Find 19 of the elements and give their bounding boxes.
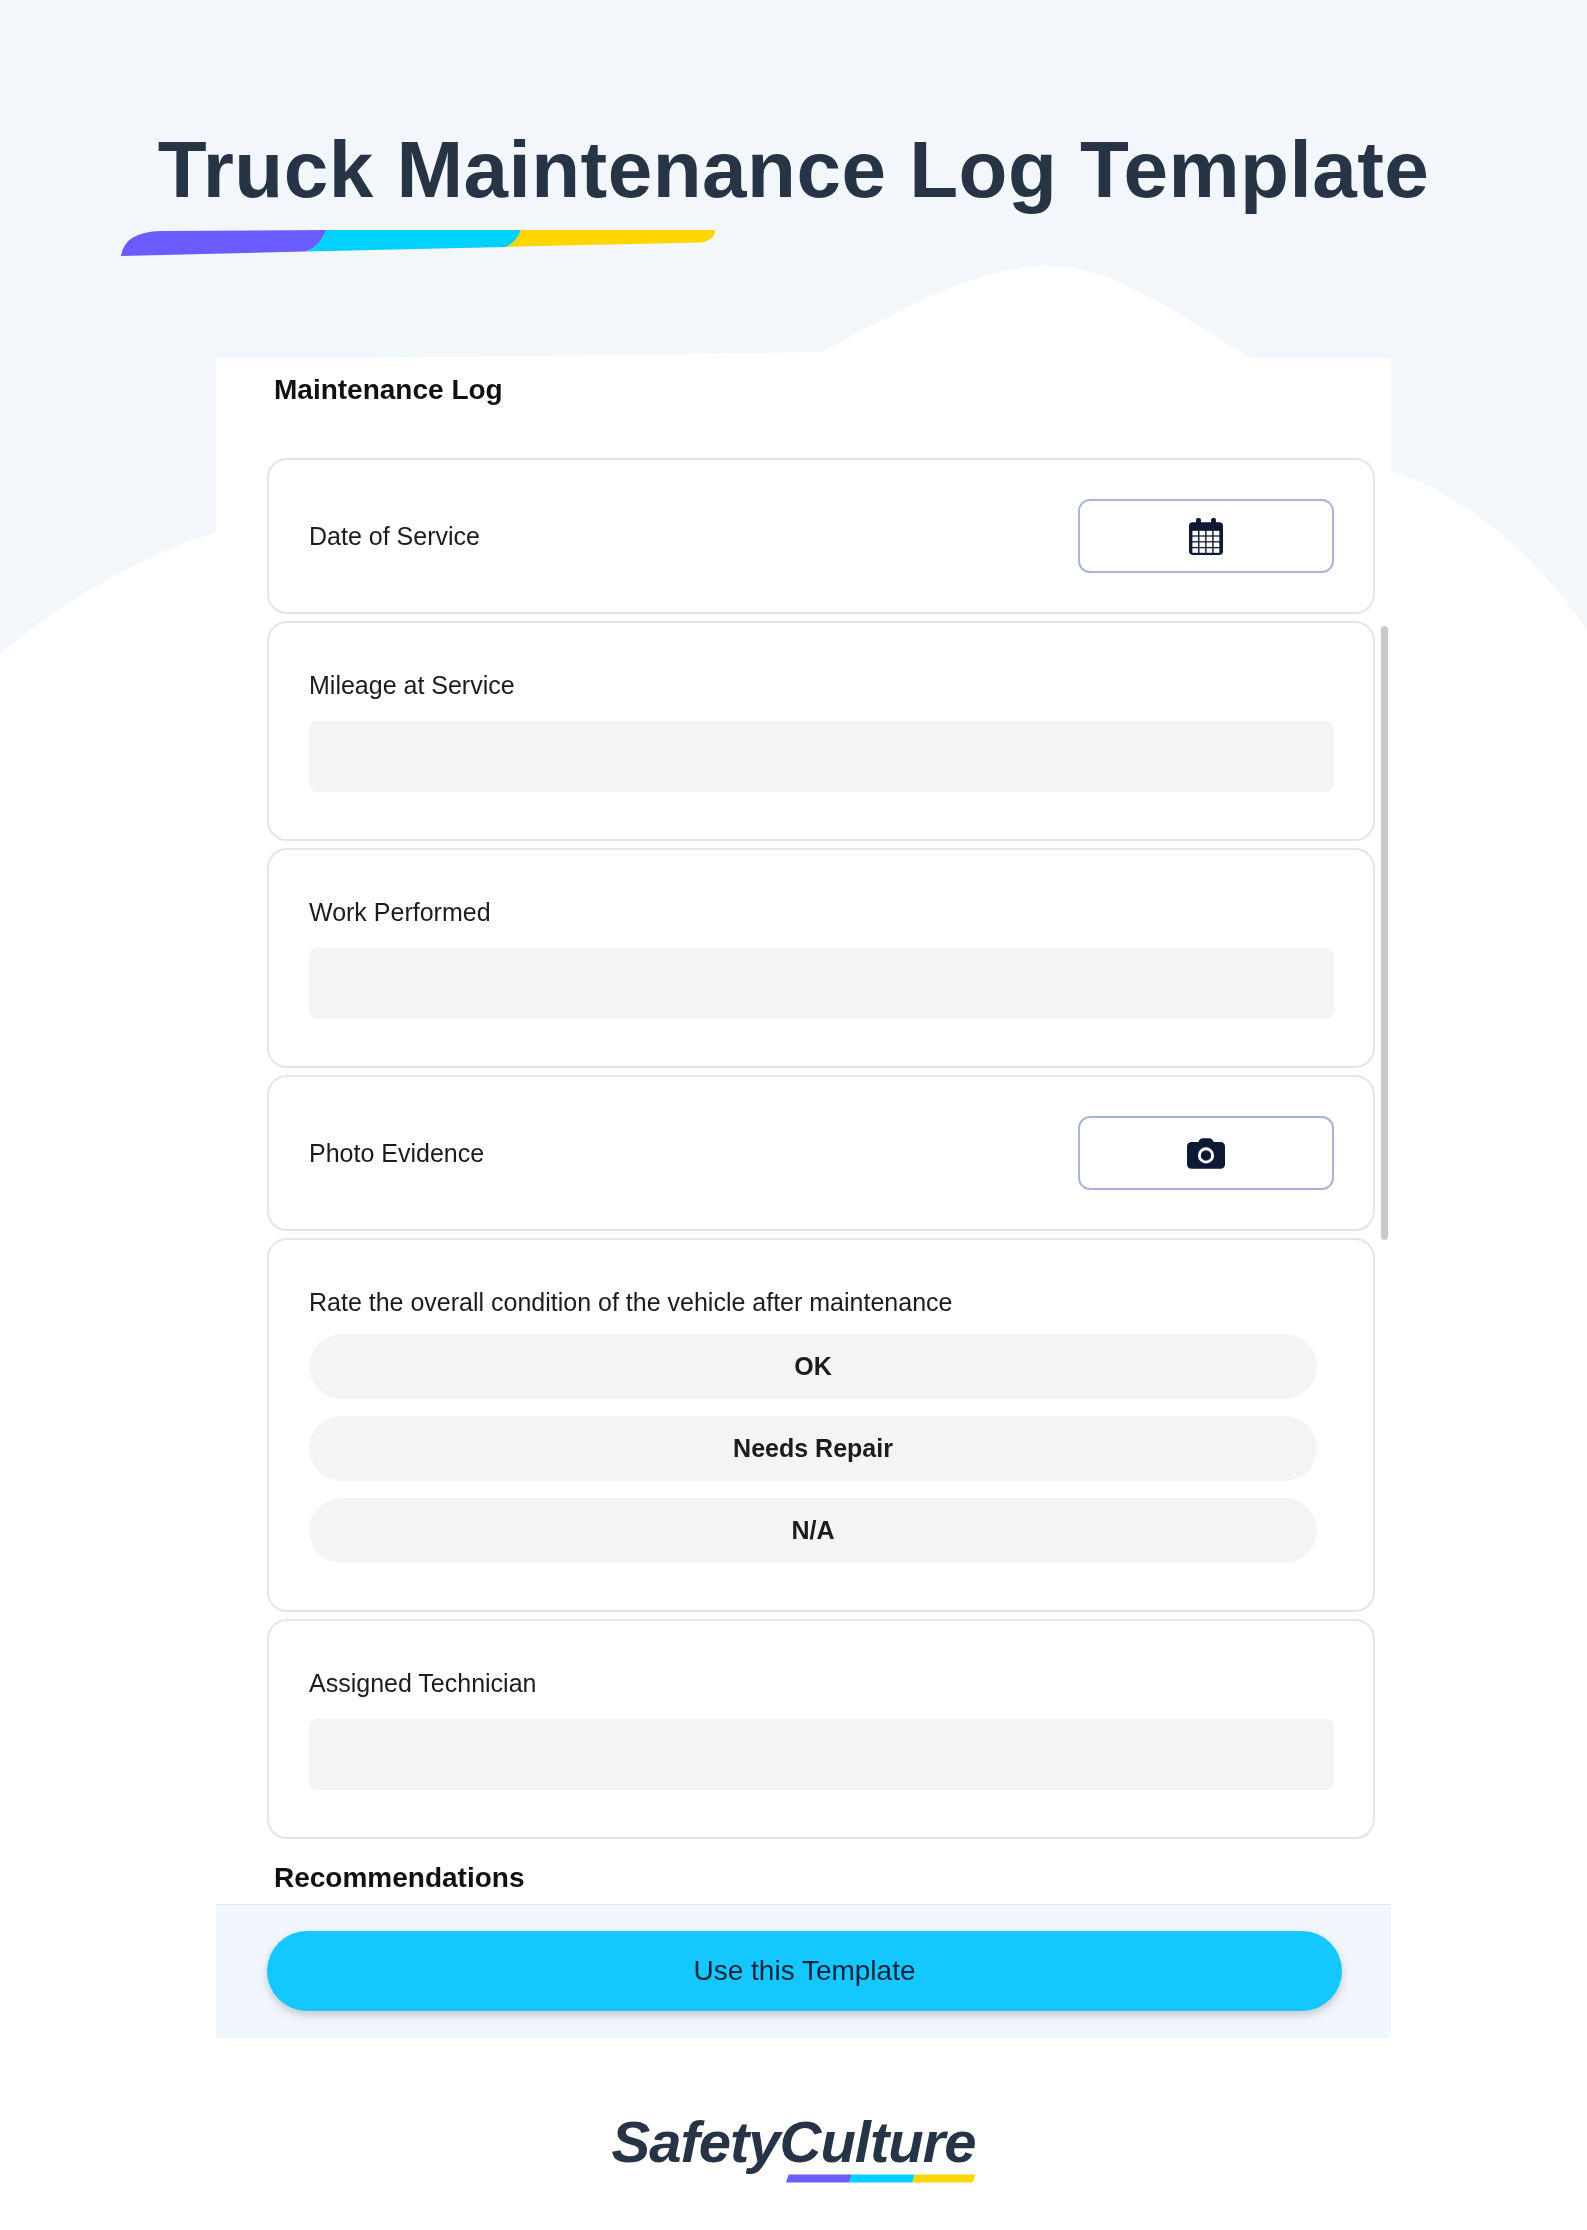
use-template-button[interactable]: Use this Template	[267, 1931, 1342, 2011]
photo-upload-button[interactable]	[1078, 1116, 1334, 1190]
response-option[interactable]: N/A	[309, 1498, 1317, 1563]
page-title: Truck Maintenance Log Template	[157, 124, 1430, 216]
question-label: Work Performed	[309, 897, 492, 927]
section-heading: Recommendations	[274, 1861, 526, 1895]
question-label: Date of Service	[309, 521, 480, 551]
logo-wordmark: SafetyCulture	[611, 2110, 976, 2174]
question-label: Mileage at Service	[309, 670, 516, 700]
response-option[interactable]: OK	[309, 1334, 1317, 1399]
response-option[interactable]: Needs Repair	[309, 1416, 1317, 1481]
date-picker-button[interactable]	[1078, 499, 1334, 573]
scrollbar-thumb[interactable]	[1381, 626, 1388, 1240]
question-label: Assigned Technician	[309, 1668, 538, 1698]
camera-icon	[1187, 1137, 1225, 1169]
section-heading: Maintenance Log	[274, 373, 504, 407]
calendar-icon	[1189, 517, 1223, 555]
question-label: Rate the overall condition of the vehicle after maintenance	[309, 1287, 954, 1317]
question-label: Photo Evidence	[309, 1138, 485, 1168]
